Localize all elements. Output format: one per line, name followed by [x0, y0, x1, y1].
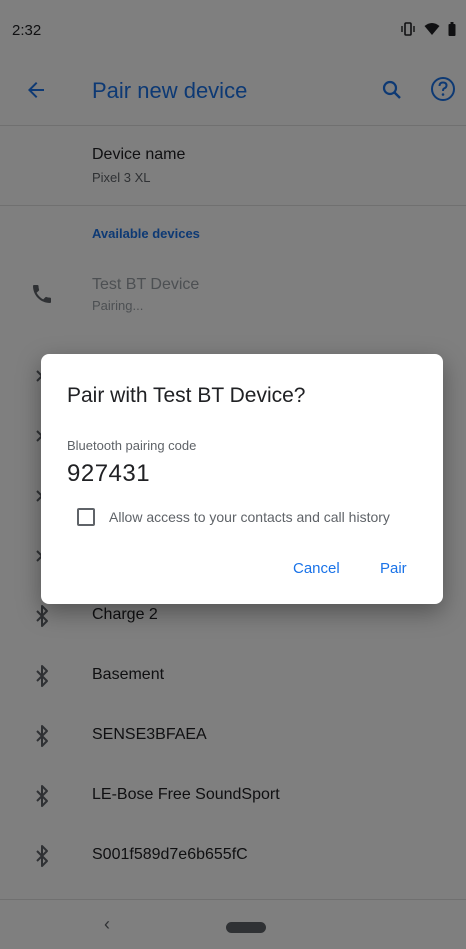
contacts-access-label: Allow access to your contacts and call h…	[109, 509, 390, 525]
pairing-code: 927431	[67, 460, 151, 487]
dialog-title: Pair with Test BT Device?	[67, 384, 306, 407]
pair-button[interactable]: Pair	[380, 560, 407, 577]
pairing-dialog: Pair with Test BT Device? Bluetooth pair…	[41, 354, 443, 604]
contacts-access-row[interactable]: Allow access to your contacts and call h…	[77, 508, 390, 526]
contacts-access-checkbox[interactable]	[77, 508, 95, 526]
pairing-code-label: Bluetooth pairing code	[67, 438, 197, 453]
cancel-button[interactable]: Cancel	[293, 560, 340, 577]
